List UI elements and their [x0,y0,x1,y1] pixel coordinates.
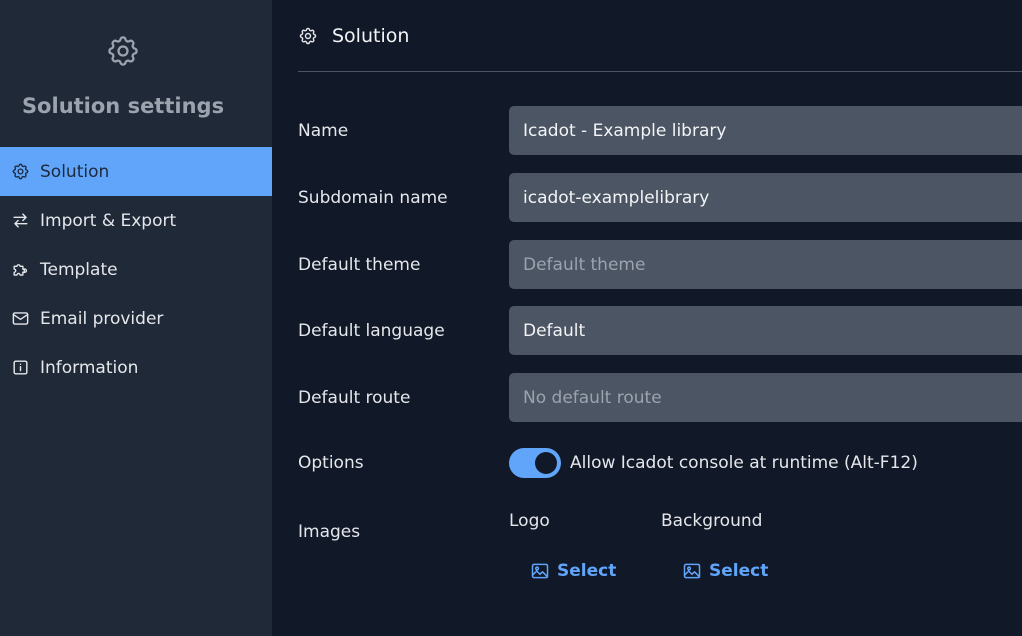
sidebar-item-import-export[interactable]: Import & Export [0,196,272,245]
toggle-knob [535,451,557,474]
sidebar-header: Solution settings [0,0,272,147]
background-label: Background [661,511,763,531]
page-title: Solution [332,24,410,47]
subdomain-input[interactable]: icadot-examplelibrary [509,173,1022,222]
select-logo-label: Select [557,561,617,581]
sidebar-item-label: Solution [40,161,110,182]
sidebar-item-solution[interactable]: Solution [0,147,272,196]
sidebar-item-template[interactable]: Template [0,245,272,294]
sidebar-item-email-provider[interactable]: Email provider [0,294,272,343]
info-icon [10,358,30,378]
image-icon [531,563,549,579]
route-row: Default route No default route [298,373,1022,422]
subdomain-label: Subdomain name [298,187,448,208]
name-row: Name Icadot - Example library [298,106,1022,155]
console-toggle-label: Allow Icadot console at runtime (Alt-F12… [570,452,918,473]
app-window: Solution settings Solution Import & Expo… [0,0,1022,636]
route-select[interactable]: No default route [509,373,1022,422]
options-row: Options Allow Icadot console at runtime … [298,438,1022,487]
language-label: Default language [298,320,445,341]
name-input[interactable]: Icadot - Example library [509,106,1022,155]
select-logo-button[interactable]: Select [530,561,616,581]
name-label: Name [298,120,349,141]
logo-label: Logo [509,511,550,531]
options-label: Options [298,452,364,473]
page-header: Solution [298,0,1022,72]
envelope-icon [10,309,30,329]
sidebar-nav: Solution Import & Export Template Email … [0,147,272,392]
sidebar-item-label: Information [40,357,139,378]
sidebar: Solution settings Solution Import & Expo… [0,0,272,636]
sidebar-item-information[interactable]: Information [0,343,272,392]
main-panel: Solution Name Icadot - Example library S… [272,0,1022,636]
sidebar-item-label: Import & Export [40,210,177,231]
sidebar-title: Solution settings [21,94,225,118]
subdomain-row: Subdomain name icadot-examplelibrary [298,173,1022,222]
gear-icon [105,33,141,69]
console-toggle[interactable] [509,447,561,478]
sidebar-item-label: Template [40,259,118,280]
gear-icon [10,162,30,182]
theme-select[interactable]: Default theme [509,240,1022,289]
images-label: Images [298,522,361,542]
select-background-button[interactable]: Select [682,561,768,581]
language-row: Default language Default [298,306,1022,355]
sidebar-item-label: Email provider [40,308,164,329]
image-icon [683,563,701,579]
route-label: Default route [298,387,411,408]
puzzle-icon [10,260,30,280]
language-select[interactable]: Default [509,306,1022,355]
theme-row: Default theme Default theme [298,240,1022,289]
select-background-label: Select [709,561,769,581]
theme-label: Default theme [298,254,421,275]
gear-icon [298,26,318,46]
arrows-exchange-icon [10,211,30,231]
